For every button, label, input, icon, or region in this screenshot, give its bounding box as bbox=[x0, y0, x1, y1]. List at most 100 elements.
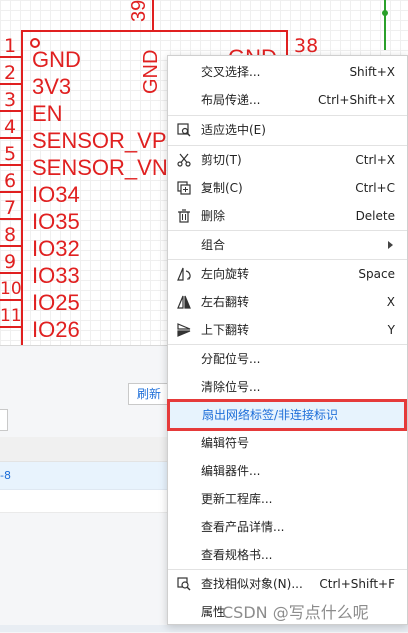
search-input[interactable] bbox=[0, 409, 8, 431]
flip-vertical-icon bbox=[177, 323, 191, 337]
menu-item-shortcut: Delete bbox=[355, 209, 395, 223]
menu-item-label: 编辑器件... bbox=[201, 464, 261, 478]
menu-item-edit-symbol[interactable]: 编辑符号 bbox=[168, 429, 407, 457]
pin-line bbox=[0, 164, 21, 166]
pin-name: SENSOR_VP bbox=[32, 128, 167, 153]
pin-line bbox=[0, 83, 21, 85]
menu-item-copy[interactable]: 复制(C) Ctrl+C bbox=[168, 174, 407, 202]
pin-line bbox=[0, 110, 21, 112]
find-similar-icon bbox=[177, 577, 191, 591]
pin-name: IO26 bbox=[32, 317, 80, 342]
pin-line bbox=[0, 56, 21, 58]
menu-item-label: 查看规格书... bbox=[201, 548, 273, 562]
menu-item-shortcut: X bbox=[386, 295, 395, 309]
pin-line bbox=[0, 299, 21, 301]
menu-item-clear-designator[interactable]: 清除位号... bbox=[168, 373, 407, 401]
pin-line bbox=[0, 218, 21, 220]
pin-number: 7 bbox=[4, 197, 17, 219]
pin-name: 3V3 bbox=[32, 74, 72, 99]
menu-item-label: 适应选中(E) bbox=[201, 123, 266, 137]
table-header bbox=[0, 437, 170, 462]
pin-number: 4 bbox=[4, 116, 17, 138]
menu-item-flip-horizontal[interactable]: 左右翻转 X bbox=[168, 288, 407, 316]
menu-item-shortcut: Ctrl+X bbox=[355, 153, 395, 167]
menu-item-cut[interactable]: 剪切(T) Ctrl+X bbox=[168, 146, 407, 174]
menu-item-update-library[interactable]: 更新工程库... bbox=[168, 485, 407, 513]
menu-item-label: 左右翻转 bbox=[201, 295, 250, 309]
pin-name: EN bbox=[32, 101, 63, 126]
pin-number: 6 bbox=[4, 170, 17, 192]
pin-number: 10 bbox=[0, 279, 22, 299]
table-cell: -8 bbox=[0, 469, 11, 482]
pin-line bbox=[0, 326, 21, 328]
zoom-fit-icon bbox=[177, 123, 191, 137]
pin-name: IO34 bbox=[32, 182, 80, 207]
menu-item-fit-selection[interactable]: 适应选中(E) bbox=[168, 116, 407, 144]
menu-item-label: 查看产品详情... bbox=[201, 520, 285, 534]
menu-item-shortcut: Ctrl+C bbox=[355, 181, 395, 195]
pin-line bbox=[0, 272, 21, 274]
rotated-gnd-label: GND bbox=[140, 49, 162, 94]
right-pin-number: 38 bbox=[294, 35, 319, 57]
wire-junction bbox=[382, 10, 388, 16]
green-wire bbox=[384, 0, 386, 50]
menu-item-label: 查找相似对象(N)... bbox=[201, 577, 303, 591]
top-pin-line bbox=[152, 0, 154, 30]
table-row[interactable]: -8 bbox=[0, 462, 170, 490]
context-menu[interactable]: 交叉选择... Shift+X 布局传递... Ctrl+Shift+X 适应选… bbox=[167, 55, 408, 625]
copy-icon bbox=[177, 181, 191, 195]
refresh-button[interactable]: 刷新 bbox=[128, 383, 170, 405]
scissors-icon bbox=[177, 153, 191, 167]
menu-item-label: 上下翻转 bbox=[201, 323, 250, 337]
top-pin-number: 39 bbox=[128, 0, 150, 22]
menu-item-view-datasheet[interactable]: 查看规格书... bbox=[168, 541, 407, 569]
menu-item-label: 复制(C) bbox=[201, 181, 243, 195]
rotate-left-icon bbox=[177, 267, 191, 281]
menu-item-fanout-net-labels[interactable]: 扇出网络标签/非连接标识 bbox=[167, 399, 407, 431]
menu-item-layout-transfer[interactable]: 布局传递... Ctrl+Shift+X bbox=[168, 86, 407, 114]
menu-item-shortcut: Y bbox=[387, 323, 395, 337]
pin-name: IO32 bbox=[32, 236, 80, 261]
pin-number: 8 bbox=[4, 224, 17, 246]
menu-item-shortcut: Ctrl+Shift+F bbox=[319, 577, 395, 591]
menu-item-view-product[interactable]: 查看产品详情... bbox=[168, 513, 407, 541]
pin-number: 5 bbox=[4, 143, 17, 165]
menu-item-edit-device[interactable]: 编辑器件... bbox=[168, 457, 407, 485]
menu-item-label: 左向旋转 bbox=[201, 267, 250, 281]
pin-name: SENSOR_VN bbox=[32, 155, 168, 180]
pin-number: 3 bbox=[4, 89, 17, 111]
menu-item-shortcut: Ctrl+Shift+X bbox=[318, 93, 395, 107]
menu-item-flip-vertical[interactable]: 上下翻转 Y bbox=[168, 316, 407, 344]
menu-item-rotate-left[interactable]: 左向旋转 Space bbox=[168, 260, 407, 288]
table-row[interactable] bbox=[0, 490, 170, 513]
pin-line bbox=[0, 245, 21, 247]
pin-line bbox=[0, 137, 21, 139]
menu-item-delete[interactable]: 删除 Delete bbox=[168, 202, 407, 230]
menu-item-find-similar[interactable]: 查找相似对象(N)... Ctrl+Shift+F bbox=[168, 570, 407, 598]
menu-item-label: 交叉选择... bbox=[201, 65, 261, 79]
pin-name: IO25 bbox=[32, 290, 80, 315]
menu-item-assign-designator[interactable]: 分配位号... bbox=[168, 345, 407, 373]
menu-item-label: 布局传递... bbox=[201, 93, 261, 107]
menu-item-label: 清除位号... bbox=[201, 380, 261, 394]
pin-name: GND bbox=[32, 47, 81, 72]
menu-item-label: 编辑符号 bbox=[201, 436, 250, 450]
menu-item-label: 分配位号... bbox=[201, 352, 261, 366]
menu-item-label: 删除 bbox=[201, 209, 226, 223]
submenu-arrow-icon bbox=[388, 241, 393, 249]
pin-number: 1 bbox=[4, 35, 17, 57]
flip-horizontal-icon bbox=[177, 295, 191, 309]
menu-item-group[interactable]: 组合 bbox=[168, 231, 407, 259]
menu-item-label: 扇出网络标签/非连接标识 bbox=[202, 408, 339, 422]
pin-name: IO35 bbox=[32, 209, 80, 234]
menu-item-label: 组合 bbox=[201, 238, 226, 252]
menu-item-label: 剪切(T) bbox=[201, 153, 242, 167]
watermark: CSDN @写点什么呢 bbox=[222, 603, 369, 622]
pin-name: IO33 bbox=[32, 263, 80, 288]
menu-item-cross-select[interactable]: 交叉选择... Shift+X bbox=[168, 58, 407, 86]
status-bar bbox=[0, 625, 408, 632]
pin-number: 9 bbox=[4, 251, 17, 273]
menu-item-label: 更新工程库... bbox=[201, 492, 273, 506]
trash-icon bbox=[177, 209, 191, 223]
pin-line bbox=[0, 191, 21, 193]
